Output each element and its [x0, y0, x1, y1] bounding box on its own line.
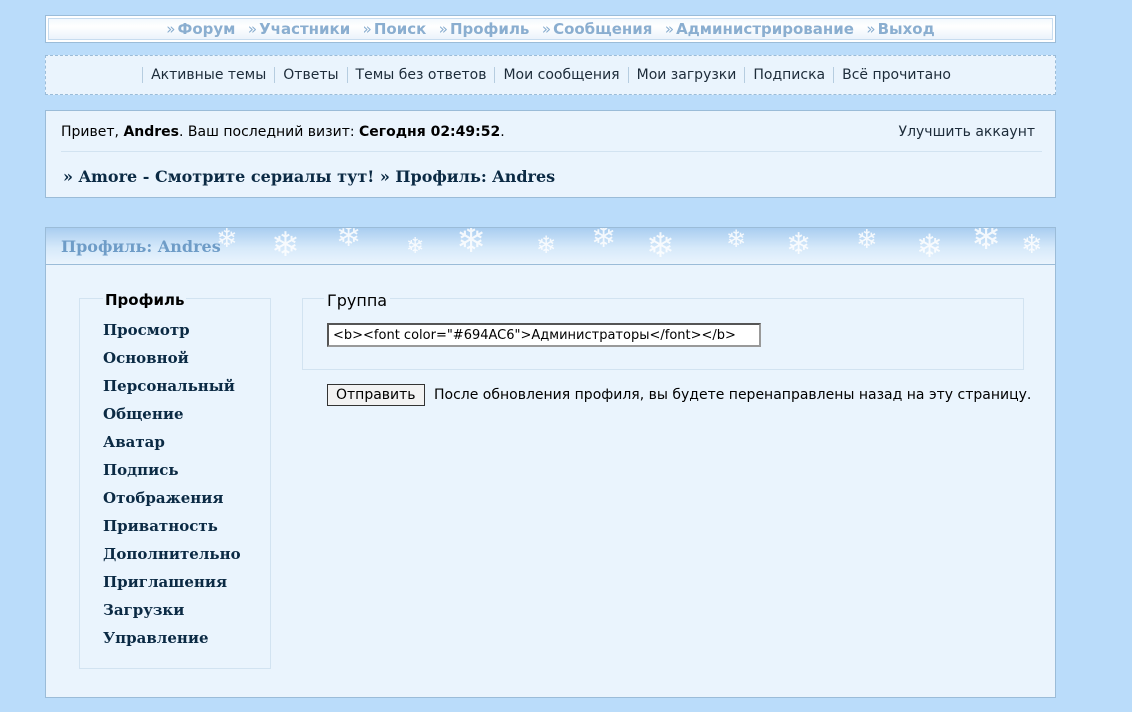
menu-item-management[interactable]: Управление — [103, 629, 209, 647]
raquo-icon: » — [664, 20, 675, 38]
menu-item-basic[interactable]: Основной — [103, 349, 189, 367]
breadcrumb: » Amore - Смотрите сериалы тут! » Профил… — [63, 167, 555, 186]
nav-messages[interactable]: » Сообщения — [542, 20, 653, 38]
snowflake-icon: ❄ — [916, 228, 943, 265]
quicklink-unanswered[interactable]: Темы без ответов — [346, 67, 495, 83]
raquo-icon: » — [63, 167, 73, 186]
nav-profile[interactable]: » Профиль — [439, 20, 530, 38]
snowflake-icon: ❄ — [456, 228, 487, 261]
nav-search[interactable]: » Поиск — [363, 20, 427, 38]
group-legend: Группа — [324, 291, 391, 310]
nav-messages-label: Сообщения — [553, 20, 653, 38]
raquo-icon: » — [247, 20, 258, 38]
menu-item-display[interactable]: Отображения — [103, 489, 223, 507]
panel-header: ❄ ❄ ❄ ❄ ❄ ❄ ❄ ❄ ❄ ❄ ❄ ❄ ❄ ❄ Профиль: And… — [46, 228, 1055, 265]
snowflake-icon: ❄ — [1021, 230, 1043, 260]
quicklink-mark-all-read[interactable]: Всё прочитано — [833, 67, 959, 83]
raquo-icon: » — [866, 20, 876, 38]
group-fieldset: Группа — [302, 291, 1024, 370]
raquo-icon: » — [362, 20, 372, 38]
nav-forum[interactable]: » Форум — [166, 20, 235, 38]
menu-item-invitations[interactable]: Приглашения — [103, 573, 227, 591]
nav-admin[interactable]: » Администрирование — [665, 20, 854, 38]
last-visit-label: . Ваш последний визит: — [179, 124, 360, 140]
snowflake-icon: ❄ — [856, 228, 878, 255]
quicklink-my-posts[interactable]: Мои сообщения — [494, 67, 628, 83]
breadcrumb-profile-link[interactable]: Профиль: Andres — [395, 167, 555, 186]
menu-item-additional[interactable]: Дополнительно — [103, 545, 241, 563]
quicklink-active-topics[interactable]: Активные темы — [142, 67, 275, 83]
divider — [61, 151, 1042, 152]
welcome-line: Привет, Andres. Ваш последний визит: Сег… — [61, 124, 505, 140]
snowflake-icon: ❄ — [271, 228, 300, 265]
profile-side-menu: Профиль Просмотр Основной Персональный О… — [79, 291, 271, 669]
nav-members-label: Участники — [259, 20, 351, 38]
menu-item-personal[interactable]: Персональный — [103, 377, 235, 395]
nav-members[interactable]: » Участники — [248, 20, 350, 38]
raquo-icon: » — [379, 167, 390, 186]
breadcrumb-forum-link[interactable]: Amore - Смотрите сериалы тут! — [79, 167, 375, 186]
snowflake-icon: ❄ — [336, 228, 362, 254]
last-visit-time: Сегодня 02:49:52 — [359, 124, 501, 140]
nav-search-label: Поиск — [373, 20, 427, 38]
menu-item-signature[interactable]: Подпись — [103, 461, 179, 479]
snowflake-icon: ❄ — [536, 231, 557, 259]
top-navigation: » Форум » Участники » Поиск » Профиль » Сообщ… — [45, 15, 1056, 43]
period: . — [500, 124, 505, 140]
nav-admin-label: Администрирование — [676, 20, 854, 38]
quicklink-subscriptions[interactable]: Подписка — [744, 67, 834, 83]
snowflake-icon: ❄ — [406, 234, 425, 259]
username: Andres — [123, 124, 179, 140]
quicklink-my-uploads[interactable]: Мои загрузки — [627, 67, 745, 83]
nav-profile-label: Профиль — [449, 20, 530, 38]
snowflake-icon: ❄ — [726, 228, 747, 253]
snowflake-icon: ❄ — [786, 228, 812, 262]
snowflake-icon: ❄ — [646, 228, 675, 265]
side-menu-title: Профиль — [103, 291, 187, 309]
menu-item-privacy[interactable]: Приватность — [103, 517, 218, 535]
nav-forum-label: Форум — [177, 20, 236, 38]
quicklink-replies[interactable]: Ответы — [274, 67, 347, 83]
submit-button[interactable]: Отправить — [327, 384, 425, 406]
raquo-icon: » — [438, 20, 448, 38]
nav-logout[interactable]: » Выход — [866, 20, 934, 38]
panel-title: Профиль: Andres — [61, 237, 221, 256]
welcome-box: Привет, Andres. Ваш последний визит: Сег… — [45, 110, 1056, 198]
menu-item-avatar[interactable]: Аватар — [103, 433, 165, 451]
menu-item-view[interactable]: Просмотр — [103, 321, 190, 339]
snowflake-icon: ❄ — [591, 228, 617, 255]
group-input[interactable] — [327, 323, 761, 347]
menu-item-communication[interactable]: Общение — [103, 405, 184, 423]
upgrade-account-link[interactable]: Улучшить аккаунт — [899, 124, 1035, 140]
redirect-note: После обновления профиля, вы будете пере… — [434, 387, 1032, 403]
nav-logout-label: Выход — [877, 20, 935, 38]
raquo-icon: » — [166, 20, 176, 38]
profile-panel: ❄ ❄ ❄ ❄ ❄ ❄ ❄ ❄ ❄ ❄ ❄ ❄ ❄ ❄ Профиль: And… — [45, 227, 1056, 698]
menu-item-uploads[interactable]: Загрузки — [103, 601, 184, 619]
raquo-icon: » — [541, 20, 552, 38]
greeting-text: Привет, — [61, 124, 124, 140]
snowflake-icon: ❄ — [971, 228, 1002, 258]
quick-links-bar: Активные темы Ответы Темы без ответов Мои с… — [45, 55, 1056, 95]
